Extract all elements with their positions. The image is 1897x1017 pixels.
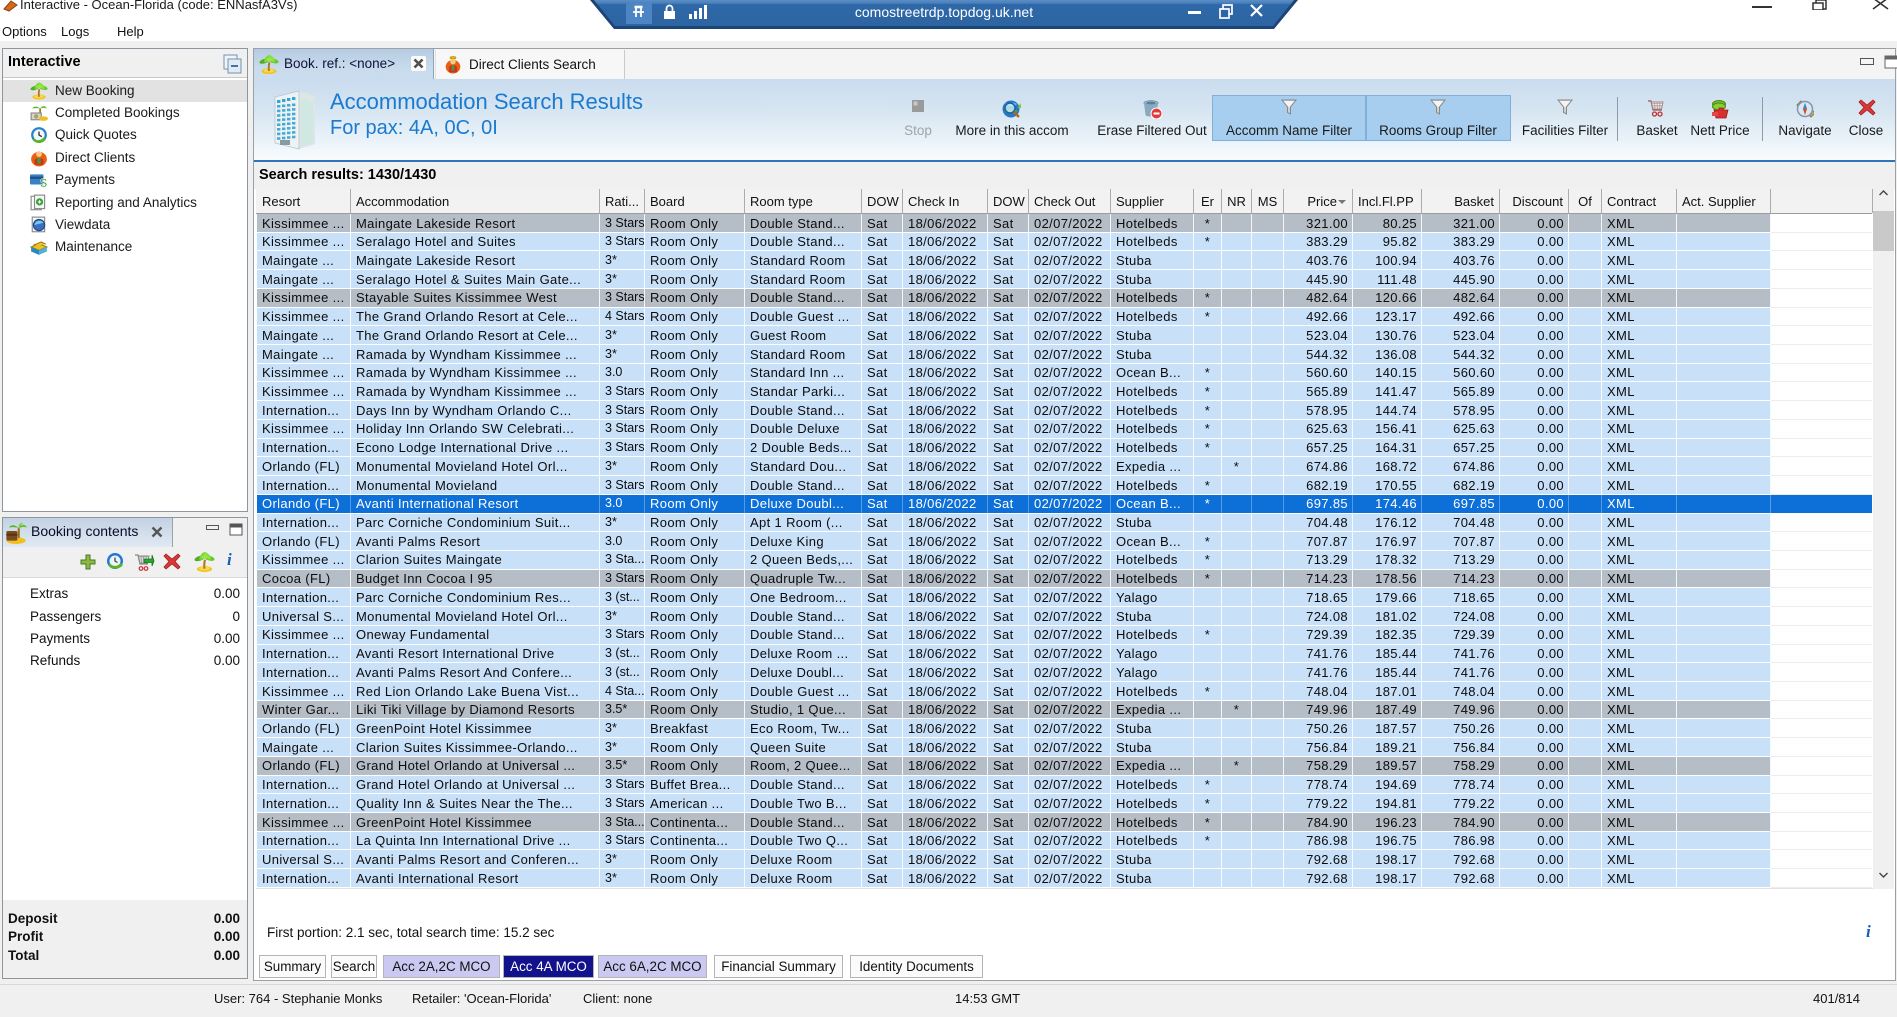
svg-text:$: $ [40, 176, 47, 189]
